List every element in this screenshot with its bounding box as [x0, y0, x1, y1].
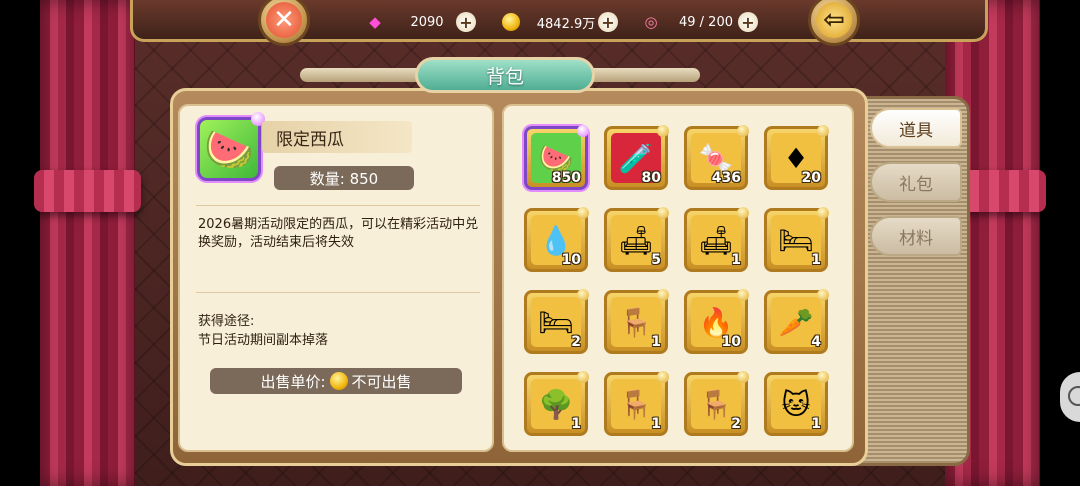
inventory-slot[interactable]: 🍬 436	[684, 125, 749, 190]
gold-coin-icon	[500, 11, 522, 33]
selected-item-icon: 🍉	[197, 117, 261, 181]
sell-price-bar: 出售单价: 不可出售	[210, 368, 462, 394]
tab-materials[interactable]: 材料	[870, 216, 962, 256]
gold-value: 4842.9万	[536, 16, 596, 32]
game-screen: ✕ ⇦ ◆ 2090 + 4842.9万 + ◎ 49 / 200 + 背包 道…	[0, 0, 1080, 486]
item-name: 限定西瓜	[262, 121, 412, 153]
source-heading: 获得途径:	[198, 314, 255, 329]
tab-gift-packs[interactable]: 礼包	[870, 162, 962, 202]
rarity-dot-icon	[817, 125, 829, 137]
item-count: 20	[801, 170, 821, 186]
inventory-slot[interactable]: ♦ 20	[764, 125, 829, 190]
inventory-slot[interactable]: 🔥 10	[684, 289, 749, 354]
gold-counter: 4842.9万 +	[500, 10, 618, 34]
item-count: 2	[731, 416, 741, 432]
rarity-dot-icon	[817, 289, 829, 301]
item-count: 1	[811, 252, 821, 268]
rarity-dot-icon	[657, 289, 669, 301]
rarity-dot-icon	[737, 125, 749, 137]
rarity-dot-icon	[817, 207, 829, 219]
inventory-slot[interactable]: 🪑 2	[684, 371, 749, 436]
gem-icon: ◆	[369, 13, 381, 31]
left-curtain	[34, 0, 141, 486]
assist-icon	[1068, 386, 1080, 406]
sell-value: 不可出售	[351, 372, 412, 391]
gold-coin-icon	[329, 372, 348, 390]
page-title: 背包	[415, 57, 595, 93]
item-count: 10	[721, 334, 741, 350]
item-quantity: 数量: 850	[274, 166, 414, 190]
inventory-slot[interactable]: 🛏 2	[524, 289, 589, 354]
inventory-slot[interactable]: 🪑 1	[604, 371, 669, 436]
inventory-slot[interactable]: 🥕 4	[764, 289, 829, 354]
source-text: 节日活动期间副本掉落	[198, 333, 329, 348]
item-count: 80	[641, 170, 661, 186]
divider	[196, 292, 480, 293]
add-gems-button[interactable]: +	[456, 12, 476, 32]
book-pages	[850, 96, 970, 466]
left-letterbox	[0, 0, 40, 486]
rarity-dot-icon	[817, 371, 829, 383]
rarity-dot-icon	[657, 207, 669, 219]
donut-icon: ◎	[644, 13, 658, 31]
rarity-dot-icon	[657, 125, 669, 137]
gem-counter: ◆ 2090 +	[364, 10, 476, 34]
rarity-dot-icon	[737, 289, 749, 301]
inventory-slot[interactable]: 🪑 1	[604, 289, 669, 354]
rarity-dot-icon	[577, 289, 589, 301]
back-arrow-icon: ⇦	[816, 2, 852, 38]
rarity-dot-icon	[577, 125, 589, 137]
inventory-slot[interactable]: 💧 10	[524, 207, 589, 272]
inventory-slot[interactable]: 🌳 1	[524, 371, 589, 436]
stamina-value: 49 / 200	[679, 14, 733, 30]
tab-items[interactable]: 道具	[870, 108, 962, 148]
inventory-slot[interactable]: 🐱 1	[764, 371, 829, 436]
sell-label: 出售单价:	[260, 372, 326, 391]
gem-value: 2090	[410, 14, 444, 30]
watermelon-icon: 🍉	[204, 126, 254, 173]
divider	[196, 205, 480, 206]
item-count: 1	[811, 416, 821, 432]
rarity-dot-icon	[577, 207, 589, 219]
item-count: 1	[731, 252, 741, 268]
rarity-dot-icon	[737, 371, 749, 383]
item-count: 4	[811, 334, 821, 350]
inventory-slot[interactable]: 🛏 1	[764, 207, 829, 272]
stamina-counter: ◎ 49 / 200 +	[640, 10, 758, 34]
inventory-slot[interactable]: 🛋 1	[684, 207, 749, 272]
curtain-tie	[34, 170, 141, 212]
item-count: 2	[571, 334, 581, 350]
add-gold-button[interactable]: +	[598, 12, 618, 32]
inventory-slot[interactable]: 🛋 5	[604, 207, 669, 272]
item-count: 436	[711, 170, 741, 186]
rarity-dot-icon	[737, 207, 749, 219]
add-stamina-button[interactable]: +	[738, 12, 758, 32]
item-count: 850	[551, 170, 581, 186]
rarity-dot-icon	[577, 371, 589, 383]
item-count: 1	[651, 334, 661, 350]
close-icon: ✕	[266, 2, 302, 38]
inventory-slot[interactable]: 🍉 850	[524, 125, 589, 190]
inventory-slot[interactable]: 🧪 80	[604, 125, 669, 190]
item-count: 10	[561, 252, 581, 268]
item-count: 5	[651, 252, 661, 268]
item-description: 2026暑期活动限定的西瓜，可以在精彩活动中兑换奖励，活动结束后将失效	[198, 217, 479, 250]
item-count: 1	[651, 416, 661, 432]
rarity-dot-icon	[657, 371, 669, 383]
item-count: 1	[571, 416, 581, 432]
